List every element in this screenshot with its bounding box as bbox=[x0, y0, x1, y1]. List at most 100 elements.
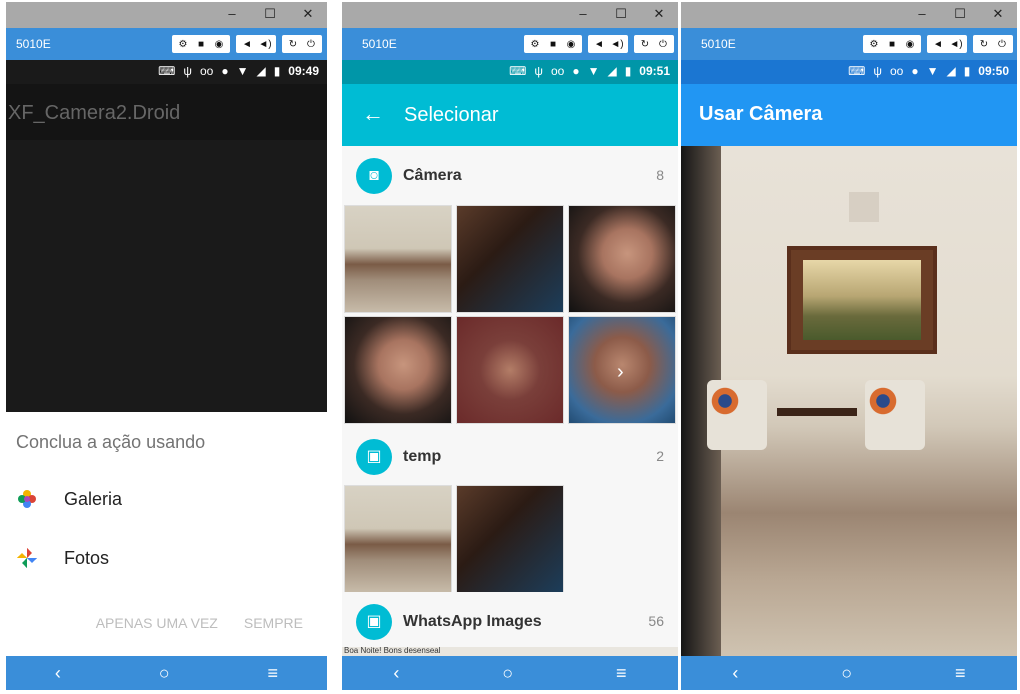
album-count: 8 bbox=[656, 167, 664, 183]
power-icon[interactable]: ⏻ bbox=[654, 39, 672, 50]
rotate-icon[interactable]: ↻ bbox=[636, 39, 654, 50]
app-title-bar: XF_Camera2.Droid bbox=[6, 84, 327, 140]
photo-thumbnail[interactable] bbox=[456, 316, 564, 424]
image-icon: ▣ bbox=[356, 439, 392, 475]
android-icon: ● bbox=[911, 64, 919, 78]
volume-up-icon[interactable]: ◄) bbox=[947, 39, 965, 50]
app-title: XF_Camera2.Droid bbox=[8, 102, 181, 124]
usb-icon: ψ bbox=[534, 64, 543, 78]
nav-bar: ‹ ○ ≡ bbox=[681, 656, 1017, 690]
chooser-sheet: Conclua a ação usando Galeria Fotos APEN… bbox=[6, 412, 327, 656]
signal-icon: ◢ bbox=[607, 64, 617, 78]
photo-thumbnail[interactable] bbox=[568, 205, 676, 313]
screenshot-icon[interactable]: ◉ bbox=[210, 39, 228, 50]
signal-icon: ◢ bbox=[256, 64, 266, 78]
window-titlebar[interactable]: – ☐ ✕ bbox=[681, 2, 1017, 28]
emulator-window-3: – ☐ ✕ 5010E ⚙ ■ ◉ ◄ ◄) ↻ ⏻ ⌨ ψ oo ● ▼ ◢ … bbox=[681, 2, 1017, 690]
photo-thumbnail[interactable] bbox=[456, 485, 564, 593]
photo-table bbox=[777, 408, 857, 416]
minimize-icon[interactable]: – bbox=[911, 6, 933, 22]
play-chevron-icon: › bbox=[617, 361, 624, 383]
chooser-item-galeria[interactable]: Galeria bbox=[16, 488, 122, 510]
volume-down-icon[interactable]: ◄ bbox=[590, 39, 608, 50]
voicemail-icon: oo bbox=[199, 64, 214, 78]
back-icon[interactable]: ‹ bbox=[732, 663, 738, 684]
status-time: 09:51 bbox=[639, 64, 670, 78]
close-icon[interactable]: ✕ bbox=[297, 6, 319, 22]
app-title-bar: ← Selecionar bbox=[342, 84, 678, 146]
usb-icon: ψ bbox=[183, 64, 192, 78]
wifi-icon: ▼ bbox=[236, 64, 249, 78]
video-icon[interactable]: ■ bbox=[883, 39, 901, 50]
maximize-icon[interactable]: ☐ bbox=[949, 6, 971, 22]
settings-icon[interactable]: ⚙ bbox=[174, 39, 192, 50]
photo-thumbnail[interactable] bbox=[344, 485, 452, 593]
video-thumbnail[interactable]: › bbox=[568, 316, 676, 424]
menu-icon[interactable]: ≡ bbox=[268, 663, 279, 684]
chooser-item-fotos[interactable]: Fotos bbox=[16, 547, 109, 569]
app-title: Usar Câmera bbox=[699, 103, 823, 125]
battery-icon: ▮ bbox=[273, 64, 281, 78]
status-bar: ⌨ ψ oo ● ▼ ◢ ▮ 09:51 bbox=[342, 60, 678, 84]
album-header-temp[interactable]: ▣ temp 2 bbox=[342, 427, 678, 487]
close-icon[interactable]: ✕ bbox=[648, 6, 670, 22]
minimize-icon[interactable]: – bbox=[572, 6, 594, 22]
photo-thumbnail[interactable] bbox=[344, 205, 452, 313]
window-titlebar[interactable]: – ☐ ✕ bbox=[342, 2, 678, 28]
photo-thumbnail[interactable] bbox=[456, 205, 564, 313]
volume-down-icon[interactable]: ◄ bbox=[238, 39, 256, 50]
screenshot-icon[interactable]: ◉ bbox=[562, 39, 580, 50]
always-button[interactable]: SEMPRE bbox=[244, 615, 303, 631]
device-toolbar: 5010E ⚙ ■ ◉ ◄ ◄) ↻ ⏻ bbox=[681, 28, 1017, 60]
camera-photo bbox=[681, 146, 1017, 656]
usb-icon: ψ bbox=[873, 64, 882, 78]
status-time: 09:50 bbox=[978, 64, 1009, 78]
status-time: 09:49 bbox=[288, 64, 319, 78]
home-icon[interactable]: ○ bbox=[841, 663, 852, 684]
home-icon[interactable]: ○ bbox=[502, 663, 513, 684]
home-icon[interactable]: ○ bbox=[159, 663, 170, 684]
just-once-button[interactable]: APENAS UMA VEZ bbox=[96, 615, 218, 631]
chooser-title: Conclua a ação usando bbox=[16, 432, 206, 452]
status-bar: ⌨ ψ oo ● ▼ ◢ ▮ 09:50 bbox=[681, 60, 1017, 84]
video-icon[interactable]: ■ bbox=[192, 39, 210, 50]
settings-icon[interactable]: ⚙ bbox=[865, 39, 883, 50]
back-icon[interactable]: ‹ bbox=[55, 663, 61, 684]
maximize-icon[interactable]: ☐ bbox=[610, 6, 632, 22]
device-name: 5010E bbox=[16, 37, 51, 51]
volume-up-icon[interactable]: ◄) bbox=[608, 39, 626, 50]
maximize-icon[interactable]: ☐ bbox=[259, 6, 281, 22]
voicemail-icon: oo bbox=[889, 64, 904, 78]
photo-thumbnail[interactable] bbox=[344, 316, 452, 424]
album-header-whatsapp[interactable]: ▣ WhatsApp Images 56 bbox=[342, 592, 678, 648]
minimize-icon[interactable]: – bbox=[221, 6, 243, 22]
video-icon[interactable]: ■ bbox=[544, 39, 562, 50]
volume-down-icon[interactable]: ◄ bbox=[929, 39, 947, 50]
rotate-icon[interactable]: ↻ bbox=[975, 39, 993, 50]
settings-icon[interactable]: ⚙ bbox=[526, 39, 544, 50]
volume-up-icon[interactable]: ◄) bbox=[256, 39, 274, 50]
rotate-icon[interactable]: ↻ bbox=[284, 39, 302, 50]
album-name: Câmera bbox=[403, 167, 462, 184]
thumbnail-caption: Boa Noite! Bons desenseal bbox=[344, 646, 441, 655]
whatsapp-thumbnail-strip[interactable]: Boa Noite! Bons desenseal bbox=[342, 646, 678, 656]
photos-pinwheel-icon bbox=[17, 548, 37, 568]
album-header-camera[interactable]: ◙ Câmera 8 bbox=[342, 146, 678, 206]
photo-painting bbox=[787, 246, 937, 354]
signal-icon: ◢ bbox=[946, 64, 956, 78]
chooser-item-label: Fotos bbox=[64, 547, 110, 568]
phone-screen: ⌨ ψ oo ● ▼ ◢ ▮ 09:50 Usar Câmera bbox=[681, 60, 1017, 656]
power-icon[interactable]: ⏻ bbox=[993, 39, 1011, 50]
menu-icon[interactable]: ≡ bbox=[616, 663, 627, 684]
back-icon[interactable]: ‹ bbox=[393, 663, 399, 684]
menu-icon[interactable]: ≡ bbox=[955, 663, 966, 684]
power-icon[interactable]: ⏻ bbox=[302, 39, 320, 50]
window-titlebar[interactable]: – ☐ ✕ bbox=[6, 2, 327, 28]
image-icon: ▣ bbox=[356, 604, 392, 640]
camera-icon: ◙ bbox=[356, 158, 392, 194]
album-name: WhatsApp Images bbox=[403, 613, 542, 630]
album-name: temp bbox=[403, 448, 442, 465]
close-icon[interactable]: ✕ bbox=[987, 6, 1009, 22]
screenshot-icon[interactable]: ◉ bbox=[901, 39, 919, 50]
arrow-back-icon[interactable]: ← bbox=[362, 101, 384, 127]
